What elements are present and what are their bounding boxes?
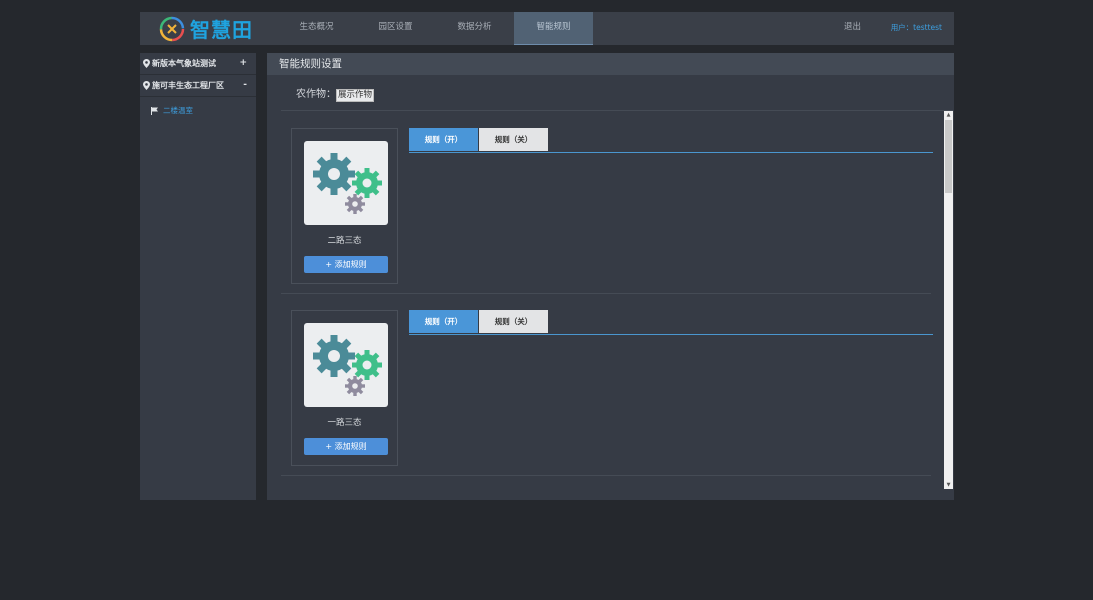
tab-rule-off[interactable]: 规则（关） [479, 310, 548, 333]
crop-row: 农作物： 展示作物 [296, 85, 375, 102]
vertical-scrollbar[interactable]: ▲ ▼ [944, 111, 953, 489]
location-pin-icon [143, 81, 150, 90]
gears-icon [313, 335, 382, 396]
gears-icon [313, 153, 382, 214]
device-card: 二路三态 + 添加规则 [291, 128, 398, 284]
main-nav: 生态概况 园区设置 数据分析 智能规则 [277, 12, 593, 45]
device-image [304, 323, 388, 407]
tab-rule-off[interactable]: 规则（关） [479, 128, 548, 151]
nav-item-data-analysis[interactable]: 数据分析 [435, 12, 514, 45]
add-rule-button[interactable]: + 添加规则 [304, 256, 388, 273]
user-label[interactable]: 用户：testtest [891, 12, 942, 45]
sidebar-item-greenhouse[interactable]: 二楼温室 [140, 97, 256, 124]
nav-item-overview[interactable]: 生态概况 [277, 12, 356, 45]
tab-rule-on[interactable]: 规则（开） [409, 128, 478, 151]
add-rule-button[interactable]: + 添加规则 [304, 438, 388, 455]
device-card: 一路三态 + 添加规则 [291, 310, 398, 466]
device-block: 二路三态 + 添加规则 规则（开） 规则（关） [281, 111, 933, 294]
device-image [304, 141, 388, 225]
device-name: 一路三态 [327, 418, 362, 428]
flag-icon [151, 106, 158, 115]
page-title: 智能规则设置 [267, 53, 954, 75]
logo-icon [159, 16, 185, 41]
rule-tabs: 规则（开） 规则（关） [409, 310, 933, 335]
sidebar-item-label: 二楼温室 [163, 106, 193, 115]
expand-icon[interactable]: + [239, 53, 247, 74]
sidebar: 新版本气象站测试 + 施可丰生态工程厂区 - 二楼温室 [140, 53, 256, 500]
nav-item-park-settings[interactable]: 园区设置 [356, 12, 435, 45]
sidebar-group-eco-park[interactable]: 施可丰生态工程厂区 - [140, 75, 256, 97]
brand-name: 智慧田 [190, 18, 253, 42]
sidebar-group-label: 新版本气象站测试 [152, 59, 216, 68]
collapse-icon[interactable]: - [243, 75, 247, 96]
device-list: 二路三态 + 添加规则 规则（开） 规则（关） 一路三态 + 添加规则 规则（开… [281, 110, 953, 493]
tab-rule-on[interactable]: 规则（开） [409, 310, 478, 333]
top-navbar: 智慧田 生态概况 园区设置 数据分析 智能规则 退出 用户：testtest [140, 12, 954, 45]
location-pin-icon [143, 59, 150, 68]
sidebar-group-label: 施可丰生态工程厂区 [152, 81, 224, 90]
device-name: 二路三态 [327, 236, 362, 246]
scroll-thumb[interactable] [945, 120, 952, 193]
sidebar-group-weather-station[interactable]: 新版本气象站测试 + [140, 53, 256, 75]
main-panel: 智能规则设置 农作物： 展示作物 二路三态 + 添加规则 规则（开） 规则（关）… [267, 53, 954, 500]
device-block: 一路三态 + 添加规则 规则（开） 规则（关） [281, 293, 933, 476]
crop-label: 农作物： [296, 89, 336, 100]
crop-select[interactable]: 展示作物 [336, 89, 375, 102]
scroll-up-icon[interactable]: ▲ [944, 111, 953, 119]
rule-tabs: 规则（开） 规则（关） [409, 128, 933, 153]
scroll-down-icon[interactable]: ▼ [944, 481, 953, 489]
nav-item-smart-rules[interactable]: 智能规则 [514, 12, 593, 45]
logout-link[interactable]: 退出 [844, 12, 861, 45]
logo[interactable]: 智慧田 [158, 15, 253, 42]
